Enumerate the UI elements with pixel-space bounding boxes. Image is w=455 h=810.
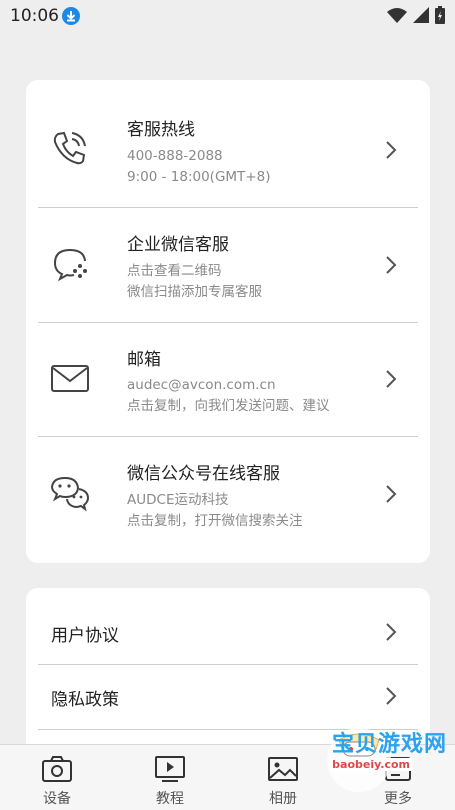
row-title: 微信公众号在线客服 [127, 464, 280, 484]
status-time: 10:06 [10, 6, 59, 26]
mail-icon [51, 365, 89, 392]
tab-tutorials[interactable]: 教程 [125, 745, 215, 810]
contact-row-hotline[interactable]: 客服热线 400-888-2088 9:00 - 18:00(GMT+8) [26, 80, 430, 207]
chevron-right-icon [386, 687, 397, 705]
row-title: 企业微信客服 [127, 235, 229, 255]
wecom-icon [54, 249, 87, 282]
chevron-right-icon [386, 485, 397, 503]
chevron-right-icon [386, 256, 397, 274]
watermark-subtext: baobeiy.com [329, 758, 413, 771]
row-title: 用户协议 [51, 626, 119, 646]
chevron-right-icon [386, 623, 397, 641]
download-icon [62, 7, 80, 25]
contact-row-wecom[interactable]: 企业微信客服 点击查看二维码 微信扫描添加专属客服 [26, 208, 430, 322]
watermark-text: 宝贝游戏网 [331, 732, 447, 757]
contact-row-wechat[interactable]: 微信公众号在线客服 AUDCE运动科技 点击复制，打开微信搜索关注 [26, 437, 430, 563]
battery-icon [435, 6, 445, 24]
row-title: 邮箱 [127, 350, 161, 370]
contact-row-email[interactable]: 邮箱 audec@avcon.com.cn 点击复制，向我们发送问题、建议 [26, 323, 430, 436]
row-subtitle: 400-888-2088 [127, 148, 223, 164]
tab-devices[interactable]: 设备 [12, 745, 102, 810]
wechat-icon [50, 476, 90, 512]
row-subtitle: 点击复制，打开微信搜索关注 [127, 513, 303, 529]
row-subtitle: 微信扫描添加专属客服 [127, 284, 262, 300]
row-subtitle: AUDCE运动科技 [127, 492, 229, 508]
row-subtitle: 点击查看二维码 [127, 263, 222, 279]
tab-label: 教程 [156, 791, 184, 807]
row-title: 隐私政策 [51, 690, 119, 710]
phone-icon [53, 131, 86, 165]
row-subtitle: 点击复制，向我们发送问题、建议 [127, 398, 330, 414]
wifi-icon [387, 8, 407, 23]
status-icons [387, 6, 445, 24]
status-bar: 10:06 [0, 0, 455, 32]
chevron-right-icon [386, 370, 397, 388]
tab-label: 设备 [43, 791, 71, 807]
image-icon [268, 757, 298, 781]
chevron-right-icon [386, 141, 397, 159]
camera-icon [42, 756, 72, 782]
row-title: 客服热线 [127, 120, 195, 140]
row-subtitle: audec@avcon.com.cn [127, 377, 276, 393]
contact-card: 客服热线 400-888-2088 9:00 - 18:00(GMT+8) 企业… [26, 80, 430, 563]
play-icon [155, 756, 185, 782]
row-subtitle: 9:00 - 18:00(GMT+8) [127, 169, 271, 185]
link-row-user-agreement[interactable]: 用户协议 [26, 600, 430, 664]
signal-icon [413, 7, 429, 23]
